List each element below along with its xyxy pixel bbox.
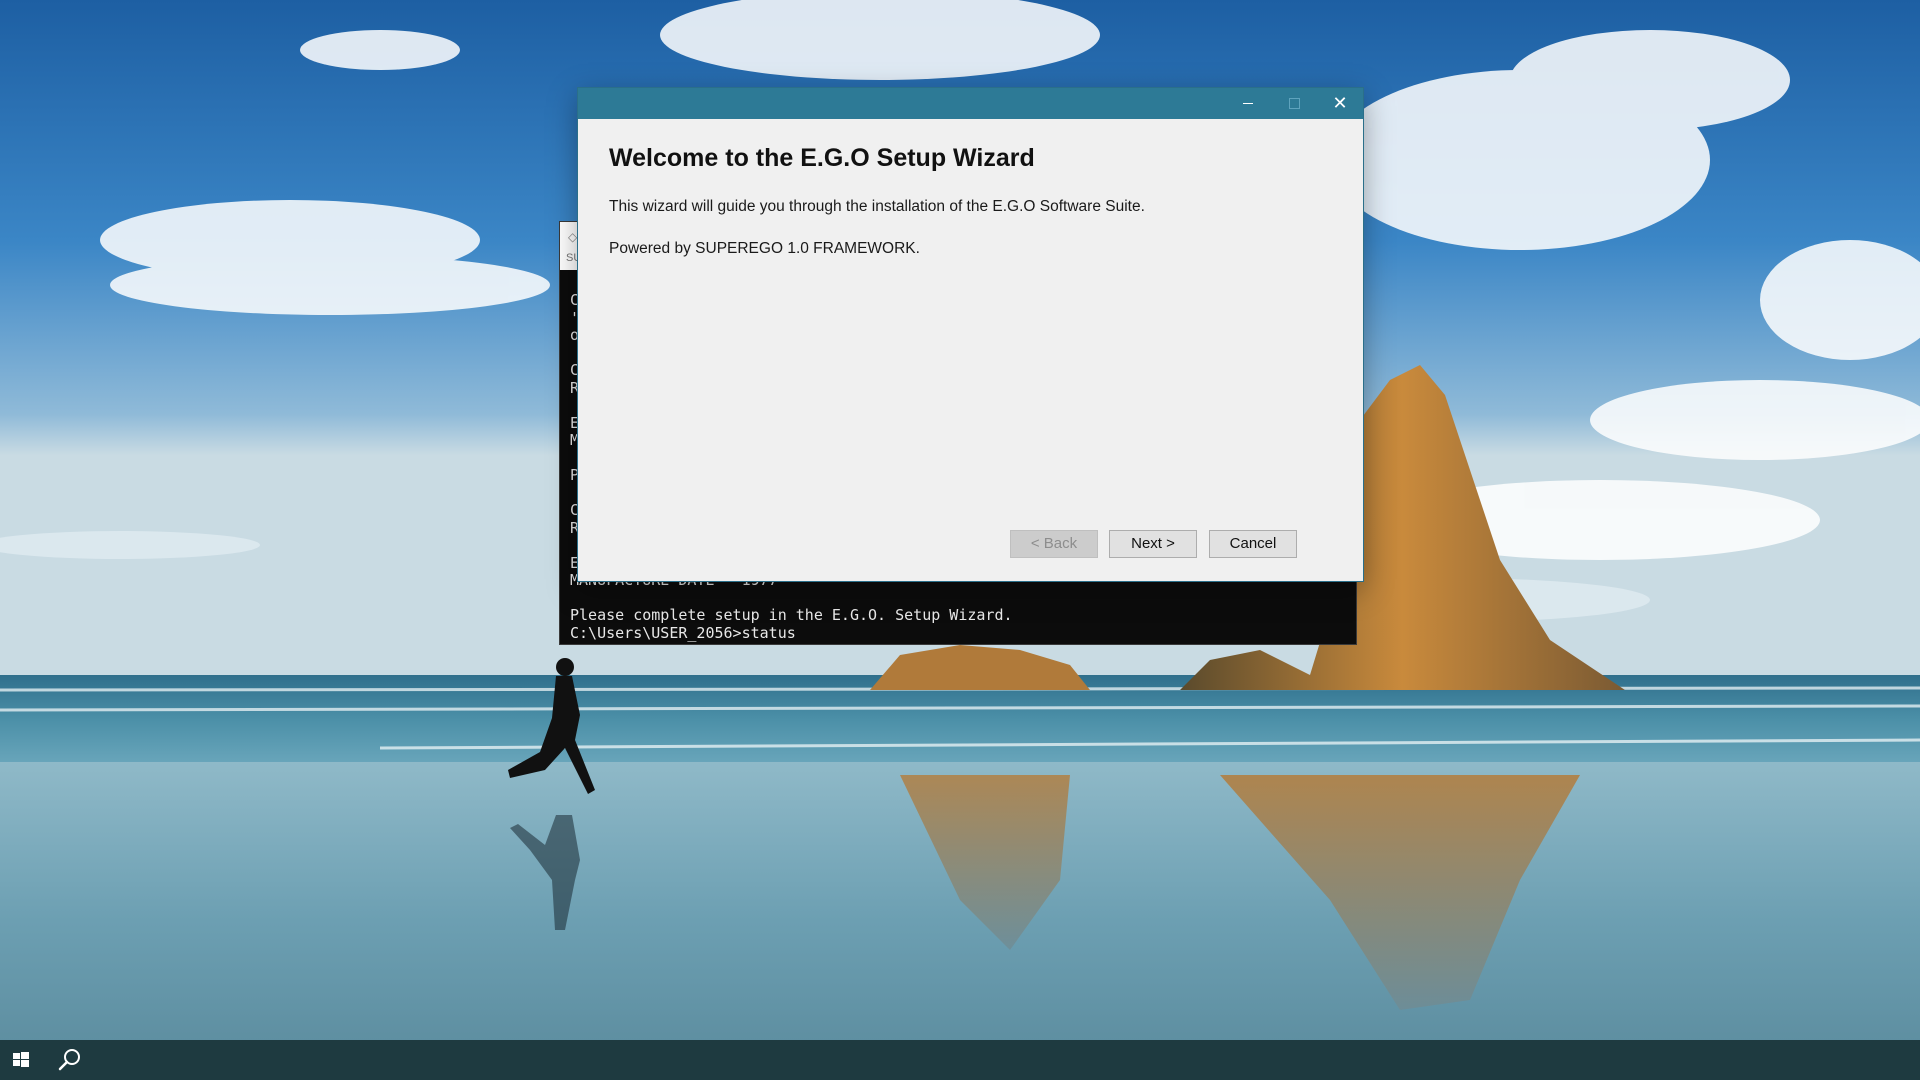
maximize-button[interactable] — [1271, 88, 1317, 119]
wizard-heading: Welcome to the E.G.O Setup Wizard — [609, 144, 1035, 172]
wizard-titlebar[interactable]: ✕ — [578, 88, 1363, 119]
back-button[interactable]: < Back — [1010, 530, 1098, 558]
next-button[interactable]: Next > — [1109, 530, 1197, 558]
minimize-icon — [1243, 103, 1253, 104]
search-button[interactable] — [48, 1040, 90, 1080]
minimize-button[interactable] — [1225, 88, 1271, 119]
maximize-icon — [1289, 98, 1300, 109]
console-title-icon: ◇ — [568, 230, 578, 244]
close-button[interactable]: ✕ — [1317, 88, 1363, 119]
wizard-powered-by: Powered by SUPEREGO 1.0 FRAMEWORK. — [609, 240, 920, 257]
desktop: ◇ SU C'o CR EM P CR EMANUFACTURE DATE - … — [0, 0, 1920, 1080]
wizard-description: This wizard will guide you through the i… — [609, 198, 1145, 215]
cancel-button[interactable]: Cancel — [1209, 530, 1297, 558]
search-icon — [58, 1049, 80, 1071]
taskbar — [0, 1040, 1920, 1080]
start-button[interactable] — [0, 1040, 42, 1080]
setup-wizard-window[interactable]: ✕ Welcome to the E.G.O Setup Wizard This… — [578, 88, 1363, 581]
windows-logo-icon — [13, 1052, 29, 1067]
close-icon: ✕ — [1332, 93, 1348, 113]
console-line: Please complete setup in the E.G.O. Setu… — [570, 606, 1013, 624]
console-line: C:\Users\USER_2056>status — [570, 623, 796, 642]
